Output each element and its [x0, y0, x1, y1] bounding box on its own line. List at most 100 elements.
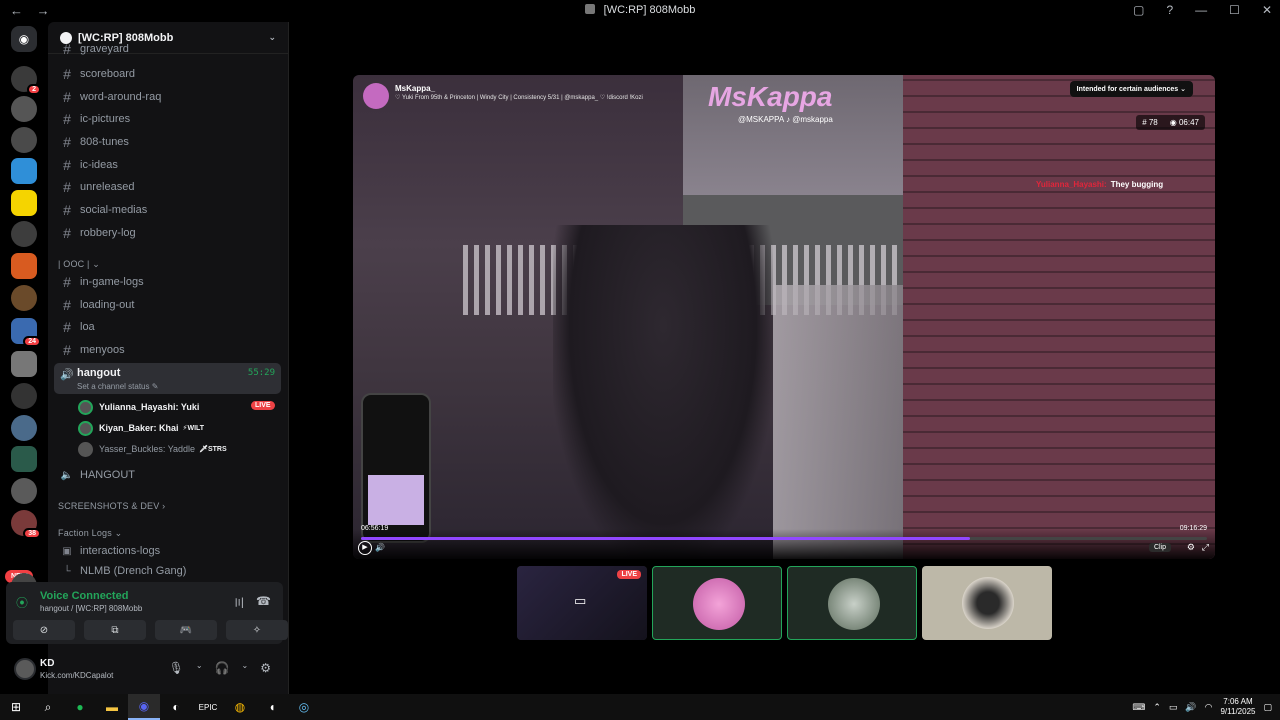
- server-icon[interactable]: [11, 190, 37, 216]
- discord-home-icon[interactable]: ◉: [11, 26, 37, 52]
- gear-icon[interactable]: ⚙: [1187, 542, 1195, 553]
- close-button[interactable]: ✕: [1262, 3, 1272, 17]
- participant-tile[interactable]: [787, 566, 917, 640]
- voice-user[interactable]: Kiyan_Baker: Khai ⚡WILT: [78, 419, 204, 437]
- clock[interactable]: 7:06 AM 9/11/2025: [1220, 697, 1255, 717]
- maximize-button[interactable]: ☐: [1229, 3, 1240, 17]
- channel-item[interactable]: # graveyard: [56, 43, 281, 55]
- signal-icon[interactable]: ⦿: [16, 594, 28, 611]
- server-icon[interactable]: [11, 158, 37, 184]
- server-icon[interactable]: [11, 221, 37, 247]
- network-icon[interactable]: ▭: [1169, 702, 1178, 713]
- voice-user[interactable]: Yulianna_Hayashi: Yuki: [78, 398, 199, 416]
- server-icon[interactable]: [11, 253, 37, 279]
- channel-item[interactable]: └ NLMB (Drench Gang): [56, 563, 281, 579]
- voice-channel-hangout[interactable]: 🔊 hangout Set a channel status ✎ 55:29: [54, 363, 281, 394]
- avatar[interactable]: [14, 658, 36, 680]
- clip-button[interactable]: Clip: [1148, 543, 1171, 552]
- voice-user[interactable]: Yasser_Buckles: Yaddle 🗡STRS: [78, 440, 227, 458]
- notifications-icon[interactable]: ▢: [1263, 702, 1272, 713]
- hash-icon: #: [63, 179, 71, 195]
- time-elapsed: 06:56:19: [361, 525, 389, 532]
- windows-start-icon[interactable]: ⊞: [0, 694, 32, 720]
- server-icon[interactable]: [11, 285, 37, 311]
- participant-tile[interactable]: [652, 566, 782, 640]
- wifi-icon[interactable]: ◠: [1205, 702, 1213, 713]
- channel-item[interactable]: # robbery-log: [56, 222, 281, 244]
- channel-item[interactable]: # word-around-raq: [56, 86, 281, 108]
- channel-status-prompt[interactable]: Set a channel status ✎: [77, 382, 158, 391]
- category-faction-logs[interactable]: Faction Logs ⌄: [58, 528, 122, 539]
- category-ooc[interactable]: | OOC | ⌄: [58, 259, 100, 270]
- headphones-icon[interactable]: 🎧: [215, 661, 230, 675]
- gear-icon[interactable]: ⚙: [260, 661, 271, 675]
- seek-bar[interactable]: [361, 537, 1207, 540]
- streamer-name[interactable]: MsKappa_: [395, 84, 435, 93]
- volume-icon[interactable]: 🔊: [1185, 702, 1196, 713]
- voice-channel-hangout-2[interactable]: 🔈 HANGOUT: [56, 464, 281, 486]
- microphone-icon[interactable]: 🎙: [169, 661, 184, 675]
- chrome-icon[interactable]: ◍: [224, 694, 256, 720]
- voice-status[interactable]: Voice Connected: [40, 590, 128, 602]
- soundboard-button[interactable]: ✧: [226, 620, 288, 640]
- spotify-icon[interactable]: ●: [64, 694, 96, 720]
- minimize-button[interactable]: —: [1195, 3, 1207, 17]
- participant-tile[interactable]: [922, 566, 1052, 640]
- audience-dropdown[interactable]: Intended for certain audiences ⌄: [1069, 81, 1193, 97]
- channel-item[interactable]: # menyoos: [56, 339, 281, 361]
- server-icon[interactable]: 38: [11, 510, 41, 539]
- voice-location[interactable]: hangout / [WC:RP] 808Mobb: [40, 604, 142, 613]
- window-title: [WC:RP] 808Mobb: [0, 4, 1280, 16]
- epic-games-icon[interactable]: EPIC: [192, 694, 224, 720]
- server-icon[interactable]: 2: [11, 66, 41, 95]
- chevron-up-icon[interactable]: ⌃: [1153, 702, 1161, 713]
- disconnect-icon[interactable]: ☎: [256, 594, 271, 608]
- keyboard-icon[interactable]: ⌨: [1132, 702, 1145, 713]
- category-screenshots[interactable]: SCREENSHOTS & DEV ›: [58, 501, 165, 511]
- fullscreen-icon[interactable]: ⤢: [1202, 542, 1209, 553]
- channel-item[interactable]: # ic-ideas: [56, 154, 281, 176]
- streamer-avatar[interactable]: [363, 83, 389, 109]
- activity-button[interactable]: 🎮: [155, 620, 217, 640]
- channel-item[interactable]: # in-game-logs: [56, 271, 281, 293]
- server-icon[interactable]: [11, 351, 37, 377]
- search-icon[interactable]: ⌕: [32, 694, 64, 720]
- steam-icon[interactable]: ◎: [288, 694, 320, 720]
- inbox-icon[interactable]: ▢: [1133, 3, 1144, 17]
- noise-suppression-icon[interactable]: 〣: [233, 594, 245, 611]
- stream-video[interactable]: MsKappa @MSKAPPA ♪ @mskappa MsKappa_ ♡ Y…: [353, 75, 1215, 559]
- app-icon[interactable]: ◐: [160, 694, 192, 720]
- file-explorer-icon[interactable]: ▬: [96, 694, 128, 720]
- channel-item[interactable]: ▣ interactions-logs: [56, 540, 281, 562]
- chevron-down-icon[interactable]: ⌄: [242, 661, 249, 675]
- server-icon[interactable]: [11, 383, 37, 409]
- channel-item[interactable]: # scoreboard: [56, 63, 281, 85]
- hash-icon: #: [63, 43, 71, 55]
- channel-item[interactable]: # loading-out: [56, 294, 281, 316]
- channel-item[interactable]: # unreleased: [56, 176, 281, 198]
- user-status: Kick.com/KDCapalot: [40, 671, 114, 680]
- username[interactable]: KD: [40, 658, 54, 669]
- channel-item[interactable]: # social-medias: [56, 199, 281, 221]
- server-icon[interactable]: [11, 446, 37, 472]
- play-icon[interactable]: ▶: [358, 541, 372, 555]
- server-icon[interactable]: [11, 96, 37, 122]
- chat-overlay-message: Yulianna_Hayashi: They bugging: [1036, 180, 1164, 189]
- server-icon[interactable]: 24: [11, 318, 41, 347]
- server-icon[interactable]: [11, 478, 37, 504]
- server-icon[interactable]: [11, 127, 37, 153]
- screen-share-button[interactable]: ⧉: [84, 620, 146, 640]
- chevron-down-icon[interactable]: ⌄: [196, 661, 203, 675]
- server-icon[interactable]: [11, 415, 37, 441]
- discord-taskbar-icon[interactable]: ◉: [128, 694, 160, 720]
- channel-item[interactable]: # ic-pictures: [56, 108, 281, 130]
- voice-channel-name: hangout: [77, 367, 121, 379]
- channel-item[interactable]: # loa: [56, 316, 281, 338]
- help-icon[interactable]: ?: [1166, 3, 1173, 17]
- app-icon[interactable]: ◖: [256, 694, 288, 720]
- volume-icon[interactable]: 🔊: [375, 543, 385, 552]
- channel-item[interactable]: #808-tunes: [56, 131, 281, 153]
- hash-icon: #: [63, 89, 71, 105]
- camera-button[interactable]: ⊘: [13, 620, 75, 640]
- participant-tile-screen[interactable]: LIVE ▭: [517, 566, 647, 640]
